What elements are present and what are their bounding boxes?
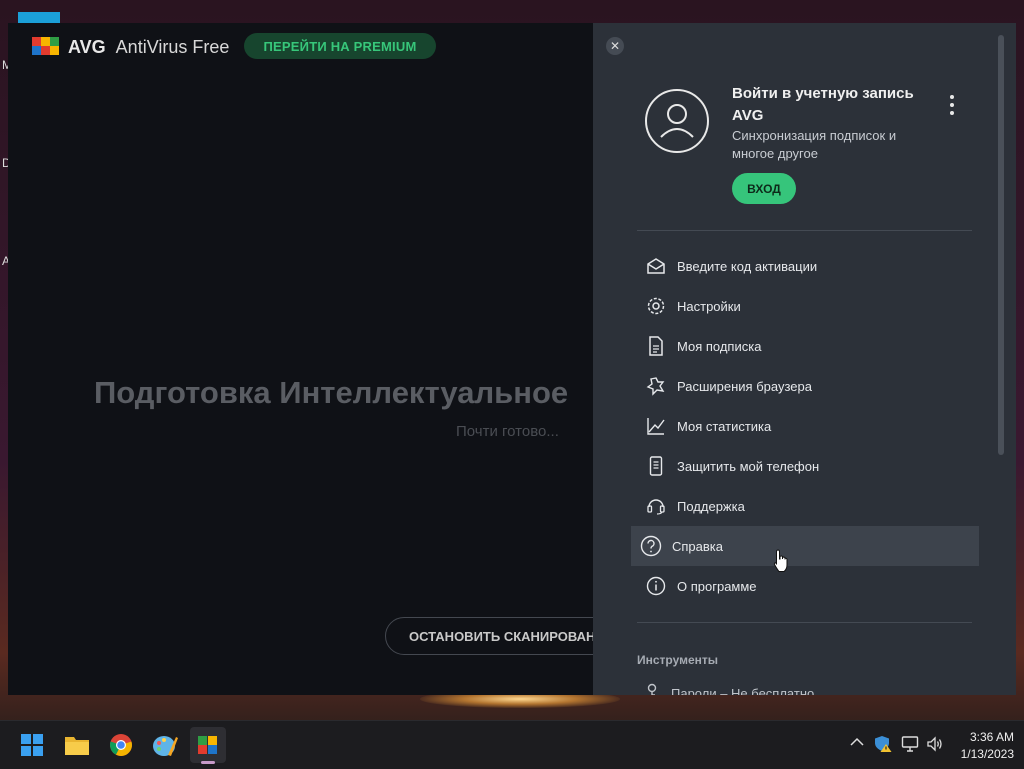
- chevron-up-icon: [850, 737, 864, 746]
- menu-item-protect-phone[interactable]: Защитить мой телефон: [631, 446, 979, 486]
- taskbar: 3:36 AM 1/13/2023: [0, 720, 1024, 769]
- login-button[interactable]: ВХОД: [732, 173, 796, 204]
- shield-warning-icon: [875, 736, 892, 752]
- upgrade-premium-button[interactable]: ПЕРЕЙТИ НА PREMIUM: [244, 33, 436, 59]
- start-icon: [21, 734, 43, 756]
- divider: [637, 622, 972, 623]
- phone-icon: [645, 455, 667, 477]
- menu-item-activation-code[interactable]: Введите код активации: [631, 246, 979, 286]
- chrome-button[interactable]: [103, 727, 139, 763]
- product-name: AntiVirus Free: [115, 36, 230, 57]
- avg-icon: [198, 736, 217, 754]
- file-explorer-button[interactable]: [59, 727, 95, 763]
- menu-item-label: Расширения браузера: [677, 378, 812, 394]
- tools-heading: Инструменты: [637, 653, 719, 667]
- panel-scrollbar[interactable]: [998, 35, 1004, 455]
- file-explorer-icon: [65, 737, 89, 755]
- volume-tray-button[interactable]: [926, 735, 944, 756]
- speaker-icon: [927, 736, 942, 752]
- chart-icon: [645, 415, 667, 437]
- menu-item-help[interactable]: Справка: [631, 526, 979, 566]
- menu-item-label: Поддержка: [677, 498, 745, 514]
- scan-status: Почти готово...: [456, 423, 559, 440]
- envelope-icon: [645, 255, 667, 277]
- active-app-indicator: [201, 761, 215, 764]
- menu-item-label: Моя подписка: [677, 338, 762, 354]
- menu-item-label: О программе: [677, 578, 757, 594]
- paint-icon: [153, 736, 178, 756]
- network-icon: [901, 736, 919, 752]
- avg-window: AVG AntiVirus Free ПЕРЕЙТИ НА PREMIUM По…: [8, 23, 1016, 695]
- menu-item-label: Защитить мой телефон: [677, 458, 820, 474]
- tools-item-passwords[interactable]: Пароли – Не бесплатно: [645, 683, 814, 695]
- scan-title: Подготовка Интеллектуальное: [94, 375, 569, 410]
- menu-item-label: Моя статистика: [677, 418, 772, 434]
- close-icon: ✕: [609, 39, 621, 53]
- menu-item-about[interactable]: О программе: [631, 566, 979, 606]
- gear-icon: [645, 295, 667, 317]
- show-hidden-icons-button[interactable]: [850, 735, 864, 751]
- menu-item-subscription[interactable]: Моя подписка: [631, 326, 979, 366]
- clock-date: 1/13/2023: [960, 747, 1014, 761]
- security-tray-button[interactable]: [874, 735, 892, 756]
- menu-item-browser-extensions[interactable]: Расширения браузера: [631, 366, 979, 406]
- avg-taskbar-button[interactable]: [190, 727, 226, 763]
- start-button[interactable]: [14, 727, 50, 763]
- menu-item-label: Настройки: [677, 298, 741, 314]
- account-menu-panel: ✕ Войти в учетную запись AVG Синхронизац…: [593, 23, 1016, 695]
- info-icon: [645, 575, 667, 597]
- avg-logo: AVG AntiVirus Free: [30, 33, 229, 61]
- network-tray-button[interactable]: [901, 735, 919, 756]
- question-icon: [640, 535, 662, 557]
- tools-item-label: Пароли – Не бесплатно: [671, 686, 815, 695]
- paint-button[interactable]: [147, 727, 183, 763]
- headset-icon: [645, 495, 667, 517]
- puzzle-icon: [645, 375, 667, 397]
- chrome-icon: [110, 734, 132, 756]
- mouse-cursor-icon: [773, 549, 789, 578]
- more-options-icon[interactable]: [944, 95, 960, 115]
- menu-item-label: Введите код активации: [677, 258, 818, 274]
- divider: [637, 230, 972, 231]
- user-icon: [660, 104, 694, 138]
- menu-item-statistics[interactable]: Моя статистика: [631, 406, 979, 446]
- account-subtitle: Синхронизация подписок и многое другое: [732, 128, 897, 161]
- clock-time: 3:36 AM: [969, 730, 1014, 744]
- avatar: [645, 89, 709, 153]
- taskbar-clock[interactable]: 3:36 AM 1/13/2023: [948, 729, 1014, 763]
- avg-logo-icon: [30, 33, 62, 61]
- menu-item-settings[interactable]: Настройки: [631, 286, 979, 326]
- document-icon: [645, 335, 667, 357]
- account-title: Войти в учетную запись AVG: [732, 85, 914, 124]
- brand-name: AVG: [68, 36, 106, 57]
- key-icon: [645, 683, 659, 695]
- menu-item-label: Справка: [672, 538, 723, 554]
- menu-item-support[interactable]: Поддержка: [631, 486, 979, 526]
- close-panel-button[interactable]: ✕: [606, 37, 624, 55]
